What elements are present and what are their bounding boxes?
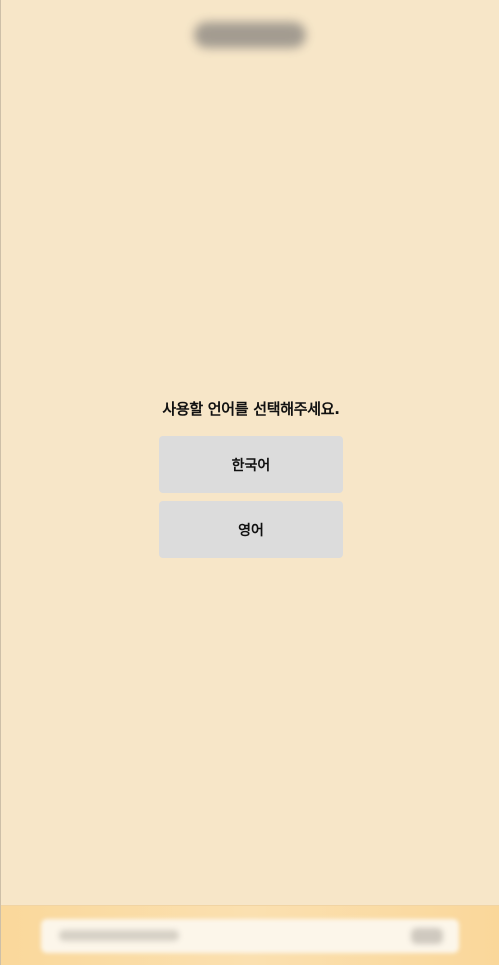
english-language-button[interactable]: 영어 [159, 501, 343, 558]
blurred-header-title [194, 22, 306, 48]
language-select-dialog: 사용할 언어를 선택해주세요. 한국어 영어 [159, 395, 343, 558]
blurred-send-button[interactable] [411, 928, 443, 944]
language-select-title: 사용할 언어를 선택해주세요. [162, 400, 340, 418]
app-frame: 사용할 언어를 선택해주세요. 한국어 영어 [0, 0, 499, 965]
bottom-input-bar [1, 905, 499, 965]
korean-language-button[interactable]: 한국어 [159, 436, 343, 493]
blurred-input-placeholder [59, 930, 179, 941]
